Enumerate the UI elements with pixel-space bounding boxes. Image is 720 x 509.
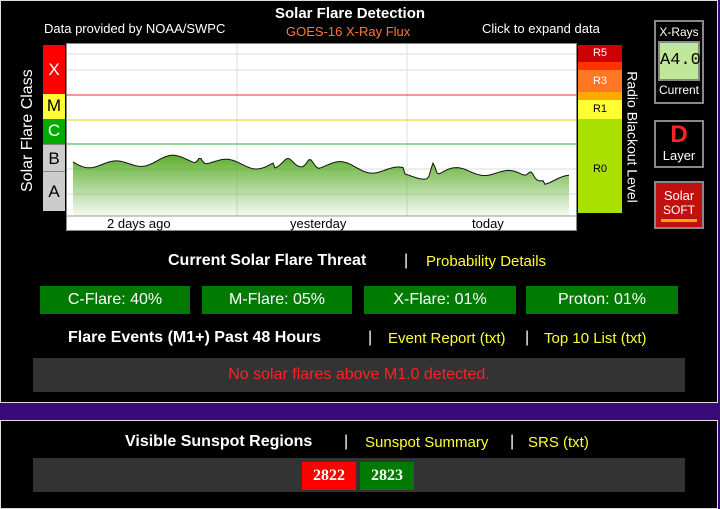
y-axis-label: Solar Flare Class [19,69,36,192]
class-b: B [43,144,65,171]
sunspot-region-2823[interactable]: 2823 [360,462,414,490]
right-axis-label: Radio Blackout Level [624,71,641,203]
top-10-list-link[interactable]: Top 10 List (txt) [544,330,647,347]
sunspot-separator-2: | [510,433,515,450]
class-m: M [43,94,65,119]
sunspot-title: Visible Sunspot Regions [125,433,313,450]
flux-area [73,155,569,216]
sunspot-summary-link[interactable]: Sunspot Summary [365,434,488,451]
threat-separator: | [404,252,409,269]
srs-link[interactable]: SRS (txt) [528,434,589,451]
xray-flux-plot [67,44,576,230]
d-layer-label: Layer [662,148,696,163]
blackout-r2 [578,92,622,100]
solar-soft-button[interactable]: Solar SOFT [654,181,704,229]
sunspot-separator-1: | [344,433,349,450]
x-tick-yesterday: yesterday [290,216,347,231]
xray-value: A4.0 [658,41,701,81]
no-flares-message: No solar flares above M1.0 detected. [228,366,490,383]
xray-widget-bottom-label: Current [658,83,699,97]
xray-widget-top-label: X-Rays [659,25,699,39]
class-c: C [43,119,65,144]
class-x: X [43,45,65,94]
events-separator-2: | [525,329,530,346]
solar-soft-line2: SOFT [663,203,695,217]
current-xray-widget[interactable]: X-Rays A4.0 Current [654,20,704,104]
panel-title: Solar Flare Detection [275,5,426,22]
probability-details-link[interactable]: Probability Details [426,253,546,270]
flare-events-bar: No solar flares above M1.0 detected. [33,358,685,392]
blackout-r0: R0 [578,119,622,213]
panel-subtitle: GOES-16 X-Ray Flux [286,24,411,39]
xray-flux-chart[interactable] [66,43,577,231]
blackout-r1: R1 [578,100,622,119]
flare-events-title: Flare Events (M1+) Past 48 Hours [68,329,321,346]
expand-data-link[interactable]: Click to expand data [482,21,600,36]
d-layer-button[interactable]: D Layer [654,120,704,168]
solar-soft-accent [661,219,697,222]
x-tick-2-days-ago: 2 days ago [107,216,171,231]
event-report-link[interactable]: Event Report (txt) [388,330,506,347]
sunspot-regions-bar [33,458,685,492]
solar-soft-line1: Solar [663,188,695,203]
x-flare-probability[interactable]: X-Flare: 01% [364,286,516,314]
events-separator-1: | [368,329,373,346]
blackout-r5: R5 [578,45,622,62]
m-flare-probability[interactable]: M-Flare: 05% [202,286,352,314]
proton-probability[interactable]: Proton: 01% [526,286,678,314]
data-source-credit: Data provided by NOAA/SWPC [44,21,226,36]
threat-title: Current Solar Flare Threat [168,252,367,269]
d-layer-letter: D [670,121,688,148]
sunspot-region-2822[interactable]: 2822 [302,462,356,490]
c-flare-probability[interactable]: C-Flare: 40% [40,286,190,314]
blackout-r3: R3 [578,70,622,92]
class-a: A [43,171,65,211]
blackout-r4 [578,62,622,70]
x-tick-today: today [472,216,504,231]
